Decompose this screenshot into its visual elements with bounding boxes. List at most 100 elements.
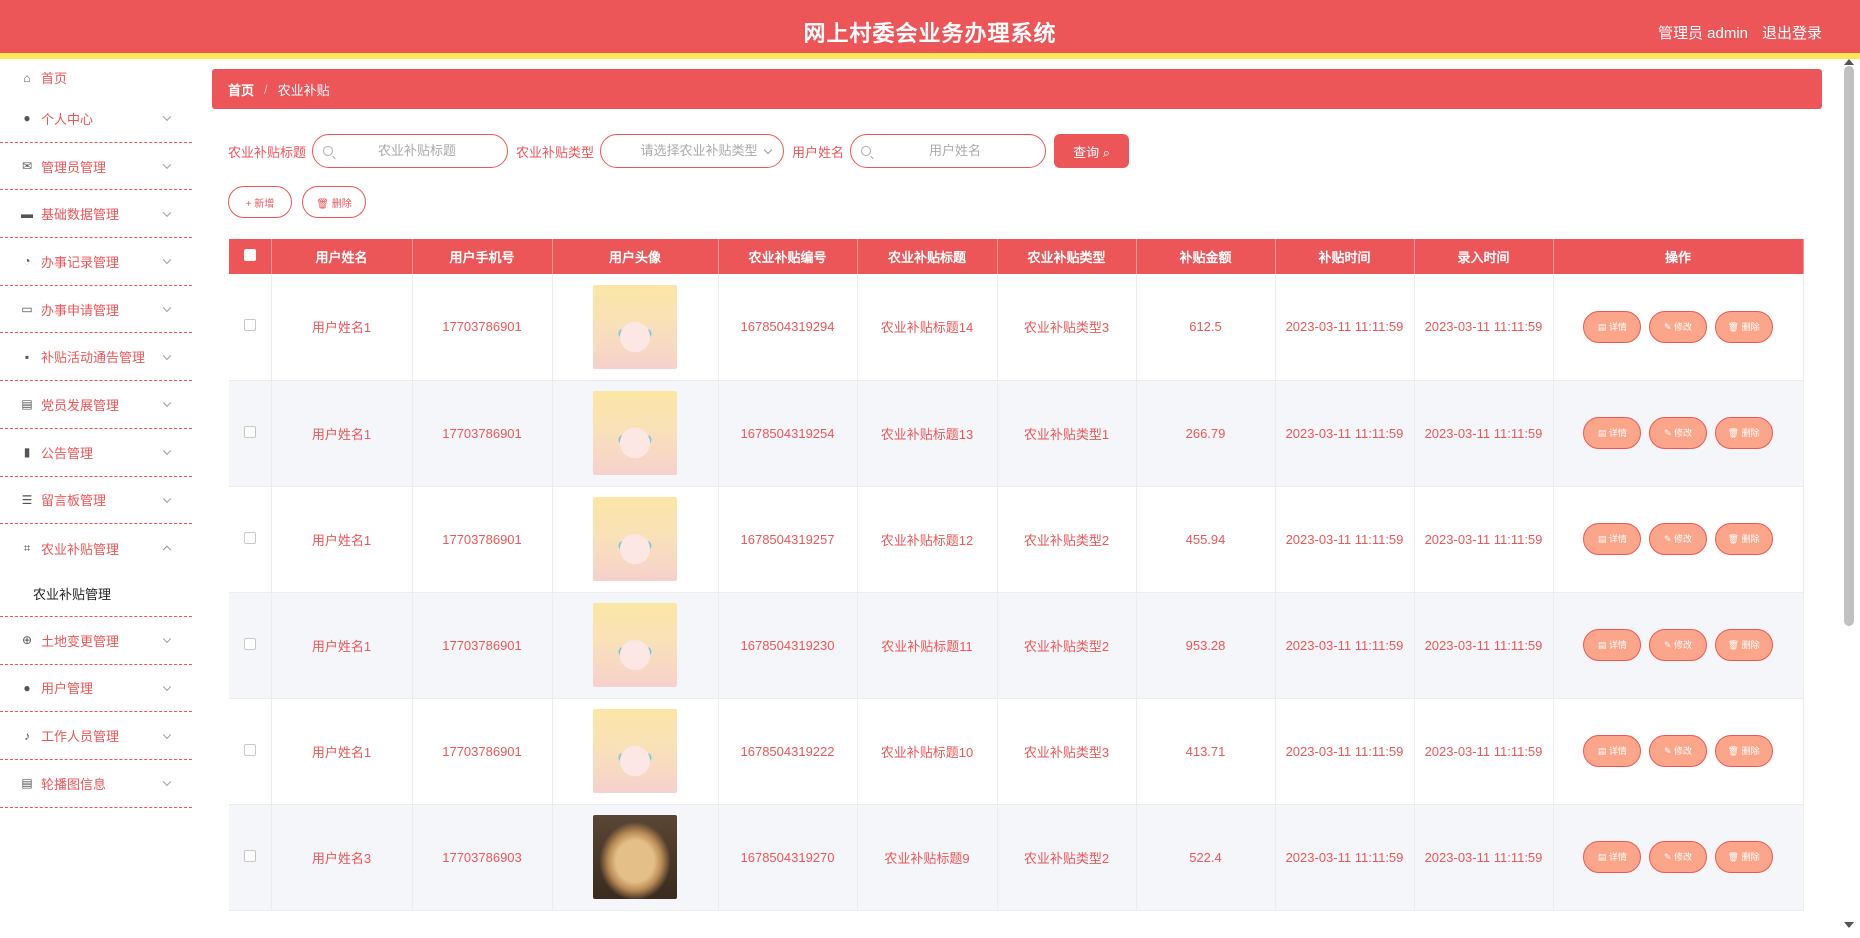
sidebar-item-admin[interactable]: ✉ 管理员管理 xyxy=(0,143,192,191)
batch-delete-button[interactable]: 🗑 删除 xyxy=(302,186,366,218)
detail-label: 详情 xyxy=(1608,746,1627,756)
table-row: 用户姓名1 17703786901 1678504319254 农业补贴标题13… xyxy=(229,380,1804,487)
breadcrumb-home[interactable]: 首页 xyxy=(228,80,254,99)
action-buttons: + 新增 🗑 删除 xyxy=(228,186,366,218)
delete-button[interactable]: 🗑 删除 xyxy=(1714,310,1773,343)
search-icon xyxy=(861,146,872,156)
search-bar: 农业补贴标题 农业补贴标题 农业补贴类型 请选择农业补贴类型 用户姓名 用户姓名… xyxy=(228,134,1130,168)
avatar xyxy=(593,391,677,475)
sidebar-item-label: 轮播图信息 xyxy=(41,776,107,792)
submenu-item-agri-subsidy[interactable]: 农业补贴管理 xyxy=(0,572,192,617)
row-checkbox[interactable] xyxy=(243,531,256,544)
edit-button[interactable]: ✎ 修改 xyxy=(1649,417,1707,449)
edit-button[interactable]: ✎ 修改 xyxy=(1649,629,1707,661)
row-checkbox[interactable] xyxy=(243,425,256,438)
sidebar-item-announcements[interactable]: ▮ 公告管理 xyxy=(0,429,192,477)
add-button[interactable]: + 新增 xyxy=(228,186,292,218)
delete-button[interactable]: 🗑 删除 xyxy=(1714,523,1773,555)
select-all-cell[interactable] xyxy=(229,239,272,274)
delete-button[interactable]: 🗑 删除 xyxy=(1714,417,1773,449)
list-icon: ☰ xyxy=(21,492,33,507)
sidebar-item-subsidy-notices[interactable]: ▪ 补贴活动通告管理 xyxy=(0,333,192,382)
sidebar-item-land-change[interactable]: ⊕ 土地变更管理 xyxy=(0,617,192,665)
title-cell: 农业补贴标题14 xyxy=(857,274,998,381)
edit-button[interactable]: ✎ 修改 xyxy=(1649,841,1707,873)
sidebar-item-message-board[interactable]: ☰ 留言板管理 xyxy=(0,477,192,525)
compass-icon: ⊕ xyxy=(21,633,33,648)
chevron-down-icon xyxy=(162,255,172,265)
edit-button[interactable]: ✎ 修改 xyxy=(1649,735,1707,767)
chevron-down-icon xyxy=(162,160,172,170)
column-header: 用户头像 xyxy=(552,239,719,274)
sidebar-item-basic-data[interactable]: ▬ 基础数据管理 xyxy=(0,190,192,239)
chevron-down-icon xyxy=(162,112,172,122)
chevron-down-icon xyxy=(162,777,172,787)
user-name-input[interactable]: 用户姓名 xyxy=(850,134,1047,168)
column-header: 录入时间 xyxy=(1414,239,1554,274)
entry-time-cell: 2023-03-11 11:11:59 xyxy=(1414,380,1554,487)
sidebar-item-records[interactable]: ◔ 办事记录管理 xyxy=(0,238,192,286)
subsidy-time-cell: 2023-03-11 11:11:59 xyxy=(1275,804,1415,911)
sidebar-item-label: 基础数据管理 xyxy=(41,207,120,223)
edit-label: 修改 xyxy=(1674,852,1693,862)
detail-button[interactable]: ▤ 详情 xyxy=(1583,841,1642,873)
row-checkbox[interactable] xyxy=(243,637,256,650)
table-row: 用户姓名3 17703786903 1678504319270 农业补贴标题9 … xyxy=(229,804,1804,911)
user-name-cell: 用户姓名1 xyxy=(271,592,413,699)
scroll-down-arrow[interactable] xyxy=(1844,922,1854,928)
detail-button[interactable]: ▤ 详情 xyxy=(1583,310,1642,343)
scroll-up-arrow[interactable] xyxy=(1844,59,1854,65)
user-name-cell: 用户姓名1 xyxy=(271,274,413,381)
avatar xyxy=(593,709,677,793)
column-header: 补贴金额 xyxy=(1136,239,1276,274)
vertical-scrollbar[interactable] xyxy=(1844,66,1854,626)
delete-button[interactable]: 🗑 删除 xyxy=(1714,735,1773,767)
chevron-down-icon xyxy=(162,730,172,739)
entry-time-cell: 2023-03-11 11:11:59 xyxy=(1414,274,1554,381)
breadcrumb: 首页 / 农业补贴 xyxy=(212,69,1822,109)
delete-button[interactable]: 🗑 删除 xyxy=(1714,629,1773,661)
query-button-label: 查询 xyxy=(1073,144,1100,160)
sidebar-item-home[interactable]: ⌂ 首页 xyxy=(0,60,192,95)
user-icon: ● xyxy=(23,111,31,126)
edit-button[interactable]: ✎ 修改 xyxy=(1649,523,1707,555)
detail-button[interactable]: ▤ 详情 xyxy=(1583,417,1642,449)
delete-label: 删除 xyxy=(1741,640,1760,650)
table-row: 用户姓名1 17703786901 1678504319222 农业补贴标题10… xyxy=(229,698,1804,805)
avatar xyxy=(593,497,677,581)
column-header: 农业补贴编号 xyxy=(718,239,858,274)
logout-button[interactable]: 退出登录 xyxy=(1762,22,1822,43)
entry-time-cell: 2023-03-11 11:11:59 xyxy=(1414,486,1554,593)
sidebar-item-carousel[interactable]: ▤ 轮播图信息 xyxy=(0,760,192,808)
delete-button[interactable]: 🗑 删除 xyxy=(1714,841,1773,873)
sidebar-item-users[interactable]: ● 用户管理 xyxy=(0,665,192,713)
detail-button[interactable]: ▤ 详情 xyxy=(1583,629,1642,661)
row-checkbox[interactable] xyxy=(243,319,256,332)
amount-cell: 953.28 xyxy=(1136,592,1276,699)
sidebar-item-personal-center[interactable]: ● 个人中心 xyxy=(0,95,192,143)
query-button[interactable]: 查询 ⌕ xyxy=(1054,134,1130,168)
detail-label: 详情 xyxy=(1608,534,1627,544)
chevron-down-icon xyxy=(162,446,172,456)
monitor-icon: ▭ xyxy=(21,302,33,317)
subsidy-title-placeholder: 农业补贴标题 xyxy=(378,143,457,158)
subsidy-title-input[interactable]: 农业补贴标题 xyxy=(312,134,509,168)
sidebar-item-applications[interactable]: ▭ 办事申请管理 xyxy=(0,286,192,334)
type-cell: 农业补贴类型2 xyxy=(997,592,1137,699)
row-checkbox[interactable] xyxy=(243,743,256,756)
title-cell: 农业补贴标题9 xyxy=(857,804,998,911)
sidebar-item-staff[interactable]: ♪ 工作人员管理 xyxy=(0,712,192,760)
subsidy-type-select[interactable]: 请选择农业补贴类型 xyxy=(600,134,785,168)
phone-cell: 17703786901 xyxy=(412,592,553,699)
subsidy-type-label: 农业补贴类型 xyxy=(516,144,595,160)
sidebar-item-party-members[interactable]: ▤ 党员发展管理 xyxy=(0,381,192,429)
sidebar: ⌂ 首页 ● 个人中心 ✉ 管理员管理 ▬ 基础数据管理 ◔ 办事记录管理 ▭ … xyxy=(0,65,192,938)
row-checkbox[interactable] xyxy=(243,849,256,862)
detail-button[interactable]: ▤ 详情 xyxy=(1583,735,1642,767)
select-all-checkbox[interactable] xyxy=(243,249,256,261)
bar-chart-icon: ▮ xyxy=(23,445,31,460)
detail-button[interactable]: ▤ 详情 xyxy=(1583,523,1642,555)
sidebar-item-agri-subsidy[interactable]: ⌗ 农业补贴管理 xyxy=(0,524,192,572)
edit-button[interactable]: ✎ 修改 xyxy=(1649,310,1707,343)
entry-time-cell: 2023-03-11 11:11:59 xyxy=(1414,804,1554,911)
